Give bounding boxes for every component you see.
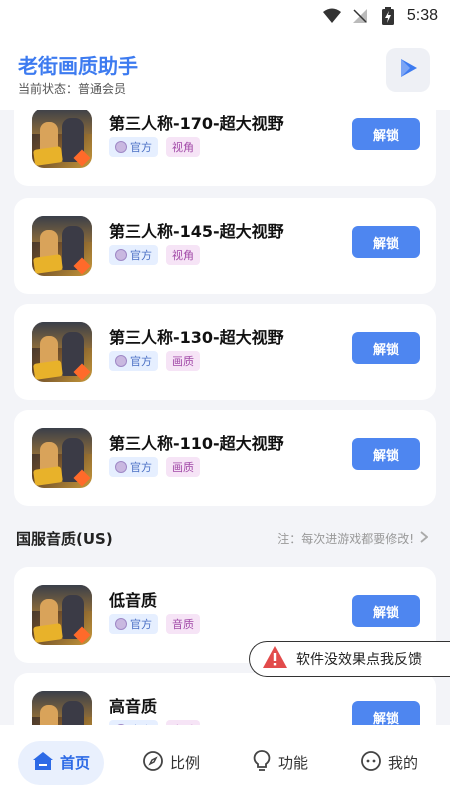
preset-card[interactable]: 第三人称-110-超大视野 官方 画质 解锁	[14, 410, 436, 506]
wifi-icon	[322, 7, 341, 25]
avatar-icon	[115, 618, 127, 630]
chevron-right-icon	[420, 531, 429, 546]
membership-status: 当前状态：普通会员	[18, 82, 127, 96]
game-thumbnail	[32, 216, 92, 276]
preset-title: 第三人称-170-超大视野	[109, 114, 284, 133]
app-header: 老街画质助手 当前状态：普通会员	[0, 32, 450, 110]
play-icon	[397, 57, 419, 83]
preset-card[interactable]: 第三人称-130-超大视野 官方 画质 解锁	[14, 304, 436, 400]
game-thumbnail	[32, 110, 92, 168]
play-button[interactable]	[386, 48, 430, 92]
status-bar: 5:38	[0, 0, 450, 32]
official-tag: 官方	[109, 351, 158, 371]
official-tag: 官方	[109, 614, 158, 634]
preset-card[interactable]: 第三人称-145-超大视野 官方 视角 解锁	[14, 198, 436, 294]
preset-title: 第三人称-110-超大视野	[109, 434, 284, 453]
game-thumbnail	[32, 428, 92, 488]
preset-title: 第三人称-130-超大视野	[109, 328, 284, 347]
preset-card[interactable]: 第三人称-170-超大视野 官方 视角 解锁	[14, 110, 436, 186]
official-tag: 官方	[109, 457, 158, 477]
compass-icon	[142, 750, 164, 776]
section-note[interactable]: 注：每次进游戏都要修改!	[277, 530, 429, 547]
avatar-icon	[115, 141, 127, 153]
home-icon	[32, 751, 54, 775]
avatar-icon	[115, 461, 127, 473]
unlock-button[interactable]: 解锁	[352, 595, 420, 627]
game-thumbnail	[32, 691, 92, 725]
category-tag: 视角	[166, 245, 200, 265]
unlock-button[interactable]: 解锁	[352, 332, 420, 364]
profile-icon	[360, 750, 382, 776]
category-tag: 视角	[166, 137, 200, 157]
section-title: 国服音质(US)	[16, 530, 113, 548]
category-tag: 画质	[166, 457, 200, 477]
preset-title: 低音质	[109, 591, 158, 610]
warning-icon	[262, 645, 288, 673]
official-tag: 官方	[109, 245, 158, 265]
nav-ratio[interactable]: 比例	[128, 741, 214, 785]
preset-title: 高音质	[109, 697, 158, 716]
avatar-icon	[115, 249, 127, 261]
unlock-button[interactable]: 解锁	[352, 438, 420, 470]
battery-icon	[379, 7, 397, 25]
avatar-icon	[115, 355, 127, 367]
lightbulb-icon	[252, 749, 272, 777]
unlock-button[interactable]: 解锁	[352, 118, 420, 150]
app-title: 老街画质助手	[18, 54, 138, 78]
preset-card[interactable]: 高音质 官方 音质 解锁	[14, 673, 436, 725]
game-thumbnail	[32, 585, 92, 645]
preset-title: 第三人称-145-超大视野	[109, 222, 284, 241]
nav-profile[interactable]: 我的	[346, 741, 432, 785]
feedback-button[interactable]: 软件没效果点我反馈	[249, 641, 450, 677]
official-tag: 官方	[109, 137, 158, 157]
unlock-button[interactable]: 解锁	[352, 701, 420, 725]
nav-home[interactable]: 首页	[17, 740, 104, 785]
bottom-nav: 首页 比例 功能 我的	[0, 725, 450, 800]
signal-icon	[351, 7, 369, 25]
nav-features[interactable]: 功能	[238, 741, 322, 785]
category-tag: 画质	[166, 351, 200, 371]
content-scroll[interactable]: 第三人称-170-超大视野 官方 视角 解锁 第三人称-145-超大视野 官方 …	[0, 110, 450, 725]
clock: 5:38	[406, 7, 438, 24]
section-header: 国服音质(US) 注：每次进游戏都要修改!	[0, 522, 450, 552]
feedback-label: 软件没效果点我反馈	[296, 652, 422, 668]
game-thumbnail	[32, 322, 92, 382]
category-tag: 音质	[166, 614, 200, 634]
unlock-button[interactable]: 解锁	[352, 226, 420, 258]
